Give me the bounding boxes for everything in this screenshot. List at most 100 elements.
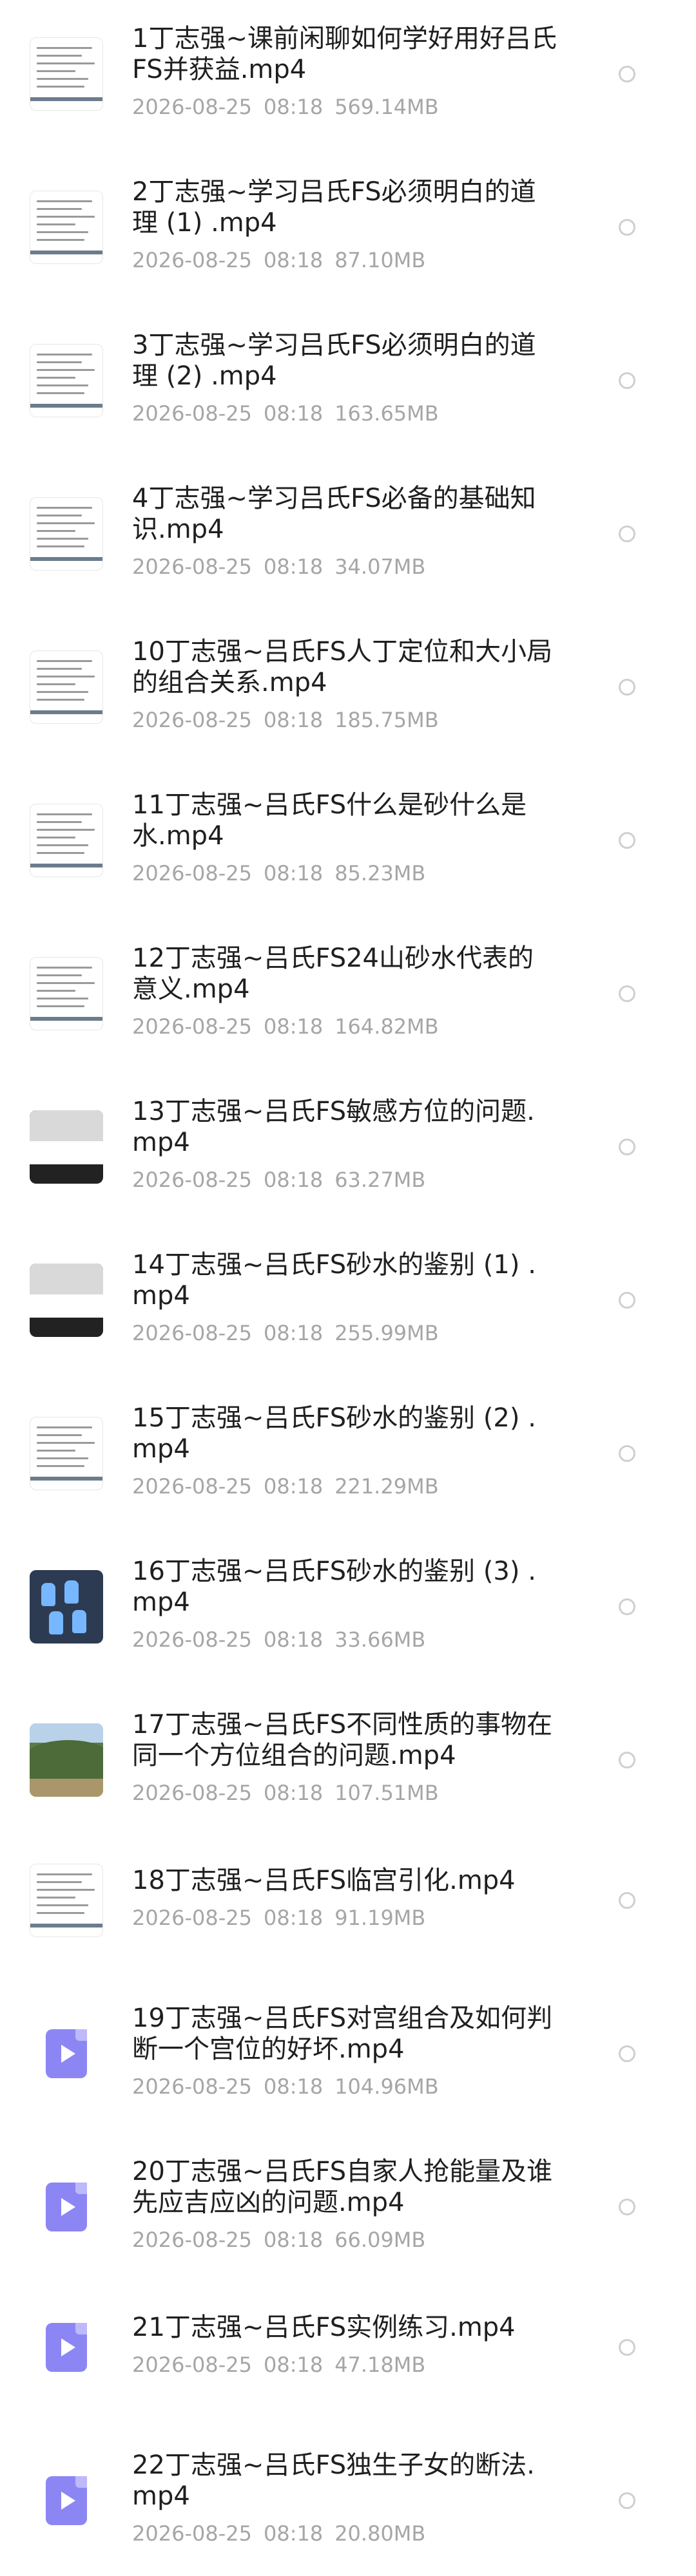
select-radio[interactable] <box>619 2199 635 2215</box>
file-date: 2026-08-25 <box>132 2353 252 2377</box>
file-size: 47.18MB <box>334 2353 426 2377</box>
select-radio[interactable] <box>619 2492 635 2509</box>
file-row[interactable]: 10丁志强~吕氏FS人丁定位和大小局的组合关系.mp4 2026-08-25 08:… <box>0 611 696 764</box>
select-radio[interactable] <box>619 1598 635 1615</box>
file-row[interactable]: 15丁志强~吕氏FS砂水的鉴别 (2) .mp4 2026-08-25 08:18 2… <box>0 1377 696 1530</box>
file-thumbnail <box>30 1264 103 1337</box>
file-size: 163.65MB <box>334 401 439 426</box>
file-date: 2026-08-25 <box>132 708 252 732</box>
file-name: 20丁志强~吕氏FS自家人抢能量及谁先应吉应凶的问题.mp4 <box>132 2157 553 2217</box>
file-name: 21丁志强~吕氏FS实例练习.mp4 <box>132 2313 516 2342</box>
file-time: 08:18 <box>263 1474 324 1499</box>
file-row[interactable]: 4丁志强~学习吕氏FS必备的基础知识.mp4 2026-08-25 08:18 34.… <box>0 457 696 611</box>
file-name: 18丁志强~吕氏FS临宫引化.mp4 <box>132 1866 516 1895</box>
select-radio[interactable] <box>619 2045 635 2062</box>
file-size: 569.14MB <box>334 95 439 119</box>
file-time: 08:18 <box>263 2074 324 2099</box>
file-row[interactable]: 2丁志强~学习吕氏FS必须明白的道理 (1) .mp4 2026-08-25 08:… <box>0 151 696 304</box>
file-row[interactable]: 16丁志强~吕氏FS砂水的鉴别 (3) .mp4 2026-08-25 08:18 3… <box>0 1530 696 1683</box>
file-date: 2026-08-25 <box>132 554 252 579</box>
file-time: 08:18 <box>263 554 324 579</box>
file-size: 20.80MB <box>334 2521 426 2546</box>
select-radio[interactable] <box>619 1445 635 1462</box>
file-name: 4丁志强~学习吕氏FS必备的基础知识.mp4 <box>132 484 536 544</box>
file-thumbnail <box>30 1723 103 1797</box>
file-time: 08:18 <box>263 1781 324 1805</box>
file-time: 08:18 <box>263 248 324 272</box>
file-size: 255.99MB <box>334 1321 439 1345</box>
file-thumbnail <box>30 1570 103 1643</box>
file-row[interactable]: 1丁志强~课前闲聊如何学好用好吕氏FS并获益.mp4 2026-08-25 08:1… <box>0 0 696 151</box>
file-name: 3丁志强~学习吕氏FS必须明白的道理 (2) .mp4 <box>132 330 536 391</box>
file-size: 87.10MB <box>334 248 426 272</box>
file-size: 66.09MB <box>334 2228 426 2252</box>
file-date: 2026-08-25 <box>132 861 252 886</box>
file-time: 08:18 <box>263 95 324 119</box>
file-thumbnail <box>30 650 103 724</box>
file-size: 107.51MB <box>334 1781 439 1805</box>
select-radio[interactable] <box>619 832 635 849</box>
video-file-icon <box>30 2017 103 2090</box>
file-date: 2026-08-25 <box>132 1321 252 1345</box>
select-radio[interactable] <box>619 372 635 389</box>
file-meta: 2026-08-25 08:18 85.23MB <box>132 860 437 886</box>
file-thumbnail <box>30 1417 103 1490</box>
select-radio[interactable] <box>619 679 635 696</box>
file-meta: 2026-08-25 08:18 163.65MB <box>132 401 450 426</box>
file-thumbnail <box>30 37 103 111</box>
file-row[interactable]: 12丁志强~吕氏FS24山砂水代表的意义.mp4 2026-08-25 08:18 1… <box>0 917 696 1070</box>
select-radio[interactable] <box>619 1292 635 1309</box>
file-date: 2026-08-25 <box>132 1168 252 1192</box>
select-radio[interactable] <box>619 219 635 236</box>
select-radio[interactable] <box>619 985 635 1002</box>
file-row[interactable]: 22丁志强~吕氏FS独生子女的断法.mp4 2026-08-25 08:18 20.8… <box>0 2424 696 2576</box>
select-radio[interactable] <box>619 526 635 542</box>
file-meta: 2026-08-25 08:18 63.27MB <box>132 1167 437 1193</box>
video-file-icon <box>30 2464 103 2537</box>
file-time: 08:18 <box>263 708 324 732</box>
file-time: 08:18 <box>263 2521 324 2546</box>
file-thumbnail <box>30 957 103 1030</box>
file-time: 08:18 <box>263 1906 324 1930</box>
video-file-icon <box>30 2170 103 2244</box>
file-size: 164.82MB <box>334 1014 439 1039</box>
file-size: 34.07MB <box>334 554 426 579</box>
file-time: 08:18 <box>263 401 324 426</box>
file-thumbnail <box>30 1110 103 1184</box>
file-date: 2026-08-25 <box>132 1781 252 1805</box>
file-time: 08:18 <box>263 861 324 886</box>
file-date: 2026-08-25 <box>132 2521 252 2546</box>
file-name: 16丁志强~吕氏FS砂水的鉴别 (3) .mp4 <box>132 1557 536 1617</box>
select-radio[interactable] <box>619 1892 635 1909</box>
file-row[interactable]: 17丁志强~吕氏FS不同性质的事物在同一个方位组合的问题.mp4 2026-08-… <box>0 1683 696 1837</box>
file-meta: 2026-08-25 08:18 185.75MB <box>132 707 450 733</box>
file-row[interactable]: 13丁志强~吕氏FS敏感方位的问题.mp4 2026-08-25 08:18 63.2… <box>0 1070 696 1224</box>
select-radio[interactable] <box>619 66 635 82</box>
file-row[interactable]: 21丁志强~吕氏FS实例练习.mp4 2026-08-25 08:18 47.18MB <box>0 2271 696 2424</box>
select-radio[interactable] <box>619 2339 635 2356</box>
select-radio[interactable] <box>619 1752 635 1768</box>
file-meta: 2026-08-25 08:18 87.10MB <box>132 247 437 273</box>
file-name: 17丁志强~吕氏FS不同性质的事物在同一个方位组合的问题.mp4 <box>132 1710 553 1770</box>
file-date: 2026-08-25 <box>132 2228 252 2252</box>
file-row[interactable]: 19丁志强~吕氏FS对宫组合及如何判断一个宫位的好坏.mp4 2026-08-25… <box>0 1977 696 2130</box>
file-meta: 2026-08-25 08:18 91.19MB <box>132 1905 437 1931</box>
file-date: 2026-08-25 <box>132 401 252 426</box>
file-size: 91.19MB <box>334 1906 426 1930</box>
file-meta: 2026-08-25 08:18 164.82MB <box>132 1014 450 1039</box>
file-row[interactable]: 3丁志强~学习吕氏FS必须明白的道理 (2) .mp4 2026-08-25 08:… <box>0 304 696 457</box>
file-name: 2丁志强~学习吕氏FS必须明白的道理 (1) .mp4 <box>132 177 536 238</box>
file-row[interactable]: 20丁志强~吕氏FS自家人抢能量及谁先应吉应凶的问题.mp4 2026-08-25… <box>0 2130 696 2284</box>
select-radio[interactable] <box>619 1139 635 1155</box>
file-meta: 2026-08-25 08:18 20.80MB <box>132 2521 437 2546</box>
file-meta: 2026-08-25 08:18 221.29MB <box>132 1473 450 1499</box>
file-date: 2026-08-25 <box>132 2074 252 2099</box>
file-row[interactable]: 11丁志强~吕氏FS什么是砂什么是水.mp4 2026-08-25 08:18 85.… <box>0 764 696 917</box>
file-row[interactable]: 18丁志强~吕氏FS临宫引化.mp4 2026-08-25 08:18 91.19MB <box>0 1824 696 1977</box>
file-size: 185.75MB <box>334 708 439 732</box>
file-meta: 2026-08-25 08:18 104.96MB <box>132 2074 450 2099</box>
file-name: 12丁志强~吕氏FS24山砂水代表的意义.mp4 <box>132 943 534 1004</box>
file-row[interactable]: 14丁志强~吕氏FS砂水的鉴别 (1) .mp4 2026-08-25 08:18 2… <box>0 1224 696 1377</box>
file-size: 85.23MB <box>334 861 426 886</box>
file-date: 2026-08-25 <box>132 1906 252 1930</box>
